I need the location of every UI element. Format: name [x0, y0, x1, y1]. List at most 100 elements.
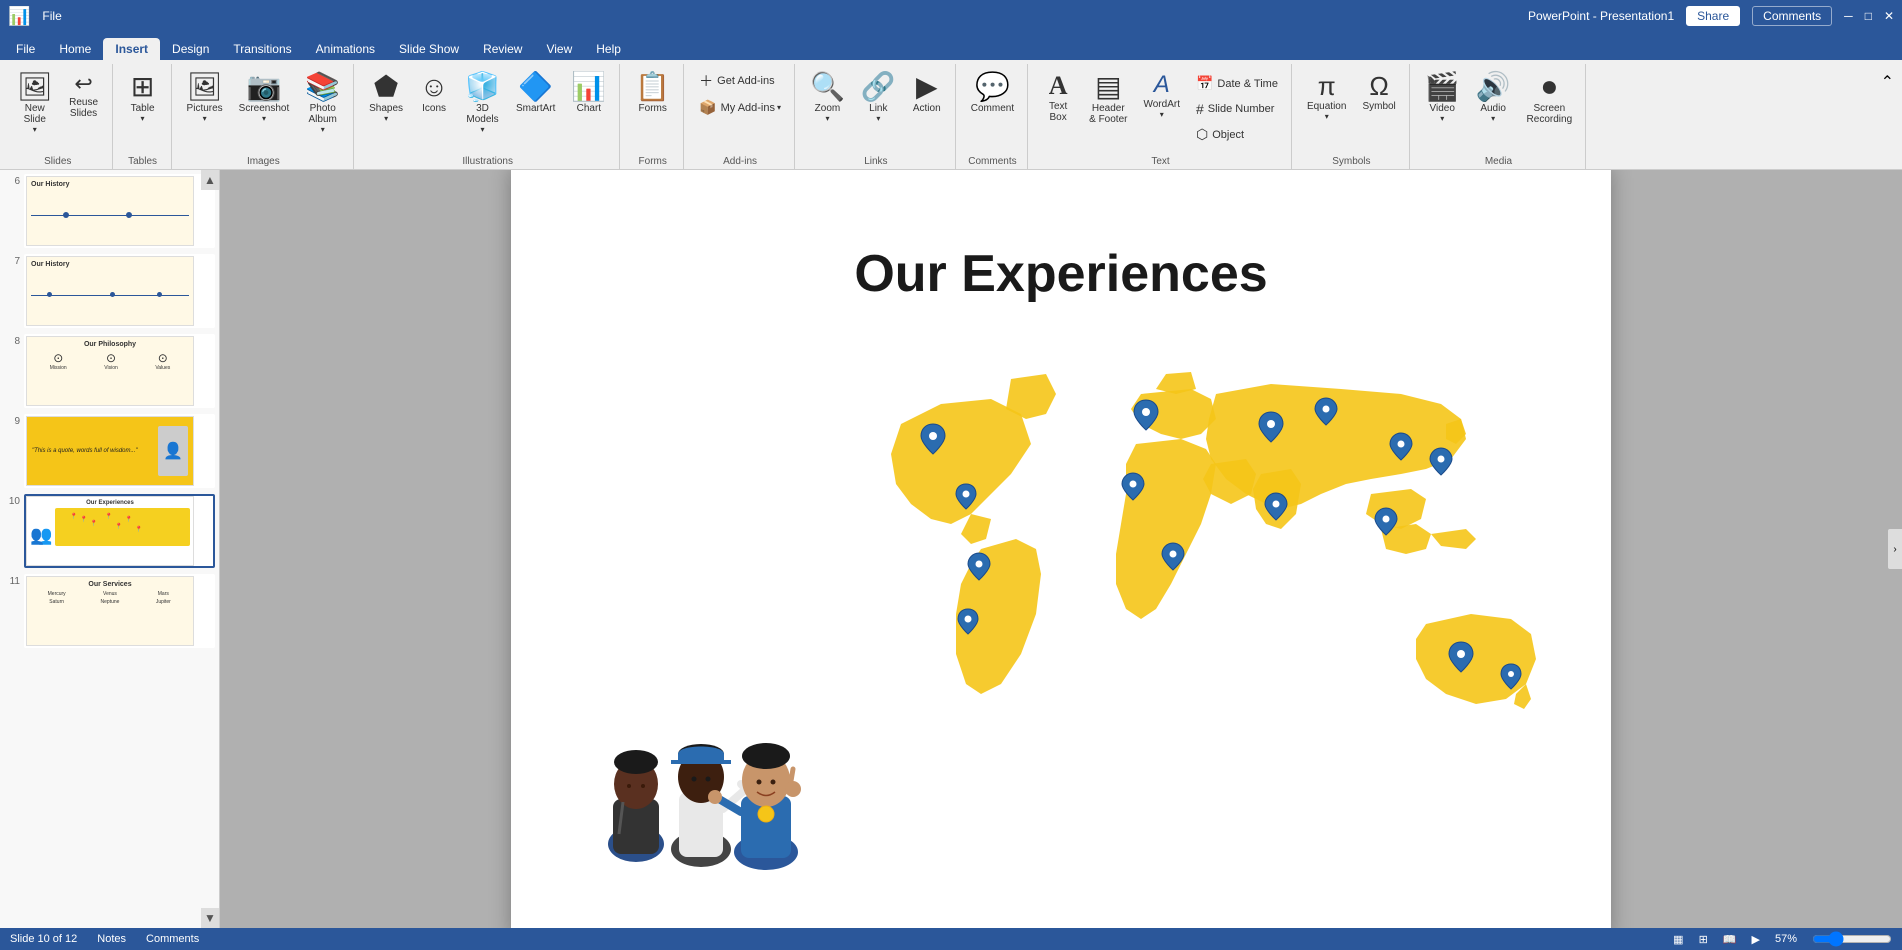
- comment-button[interactable]: 💬 Comment: [964, 68, 1021, 119]
- forms-button[interactable]: 📋 Forms: [628, 68, 677, 119]
- tab-animations[interactable]: Animations: [304, 38, 387, 60]
- slide-preview-9[interactable]: "This is a quote, words full of wisdom..…: [24, 414, 215, 488]
- screenshot-button[interactable]: 📷 Screenshot ▾: [232, 68, 297, 128]
- chart-button[interactable]: 📊 Chart: [564, 68, 613, 119]
- zoom-slider[interactable]: [1812, 931, 1892, 947]
- tab-transitions[interactable]: Transitions: [221, 38, 303, 60]
- 3d-models-button[interactable]: 🧊 3DModels ▾: [458, 68, 507, 139]
- links-group-label: Links: [864, 156, 887, 169]
- tab-home[interactable]: Home: [47, 38, 103, 60]
- slide-preview-7[interactable]: Our History: [24, 254, 215, 328]
- tab-file[interactable]: File: [4, 38, 47, 60]
- equation-button[interactable]: π Equation ▾: [1300, 68, 1353, 126]
- slide-canvas[interactable]: Our Experiences: [511, 170, 1611, 928]
- view-sorter-button[interactable]: ⊞: [1699, 933, 1708, 946]
- slide-number-icon: #: [1196, 101, 1204, 117]
- share-button[interactable]: Share: [1686, 6, 1740, 26]
- tab-review[interactable]: Review: [471, 38, 534, 60]
- my-addins-button[interactable]: 📦 My Add-ins ▾: [692, 96, 788, 119]
- media-group-label: Media: [1485, 156, 1512, 169]
- slide-thumb-11[interactable]: 11 Our Services MercuryVenusMars SaturnN…: [4, 574, 215, 648]
- comments-group-label: Comments: [968, 156, 1016, 169]
- slide-preview-8[interactable]: Our Philosophy ⊙ Mission ⊙ Vision: [24, 334, 215, 408]
- world-map[interactable]: [871, 364, 1551, 844]
- ribbon-tabs: File Home Insert Design Transitions Anim…: [0, 32, 1902, 60]
- scroll-up-button[interactable]: ▲: [201, 170, 219, 190]
- tab-help[interactable]: Help: [584, 38, 633, 60]
- tab-insert[interactable]: Insert: [103, 38, 160, 60]
- slide-preview-10[interactable]: Our Experiences 👥 📍 📍 📍 📍 📍 📍: [24, 494, 215, 568]
- slide-title[interactable]: Our Experiences: [511, 244, 1611, 304]
- object-button[interactable]: ⬡ Object: [1189, 123, 1285, 146]
- maximize-btn[interactable]: □: [1865, 9, 1872, 23]
- slide-count: Slide 10 of 12: [10, 933, 77, 945]
- view-normal-button[interactable]: ▦: [1673, 933, 1683, 946]
- ribbon-group-tables: ⊞ Table ▾ Tables: [115, 64, 172, 169]
- video-button[interactable]: 🎬 Video ▾: [1418, 68, 1467, 128]
- comments-button[interactable]: Comments: [1752, 6, 1832, 26]
- comments-status-button[interactable]: Comments: [146, 933, 199, 945]
- slide-number-button[interactable]: # Slide Number: [1189, 98, 1285, 120]
- screenshot-icon: 📷: [247, 73, 282, 101]
- close-btn[interactable]: ✕: [1884, 9, 1894, 23]
- action-icon: ▶: [916, 73, 938, 101]
- pictures-button[interactable]: 🖼 Pictures ▾: [180, 68, 230, 128]
- right-panel-collapse[interactable]: ›: [1888, 529, 1902, 569]
- slide-thumb-10[interactable]: 10 Our Experiences 👥 📍 📍 📍 📍: [4, 494, 215, 568]
- header-footer-button[interactable]: ▤ Header& Footer: [1082, 68, 1134, 130]
- slide-thumb-8[interactable]: 8 Our Philosophy ⊙ Mission ⊙ Vision: [4, 334, 215, 408]
- action-button[interactable]: ▶ Action: [905, 68, 949, 119]
- notes-button[interactable]: Notes: [97, 933, 126, 945]
- text-box-button[interactable]: A TextBox: [1036, 68, 1080, 128]
- table-dropdown-arrow: ▾: [141, 114, 145, 123]
- forms-group-label: Forms: [639, 156, 667, 169]
- menu-file[interactable]: File: [42, 9, 61, 23]
- view-reading-button[interactable]: 📖: [1723, 933, 1737, 946]
- link-button[interactable]: 🔗 Link ▾: [854, 68, 903, 128]
- date-time-button[interactable]: 📅 Date & Time: [1189, 72, 1285, 95]
- icons-button[interactable]: ☺ Icons: [412, 68, 456, 119]
- get-addins-button[interactable]: ＋ Get Add-ins: [692, 68, 781, 94]
- wordart-button[interactable]: A WordArt ▾: [1136, 68, 1187, 124]
- table-button[interactable]: ⊞ Table ▾: [121, 68, 165, 128]
- slides-group-label: Slides: [44, 156, 71, 169]
- reuse-slides-button[interactable]: ↩ ReuseSlides: [62, 68, 106, 124]
- smartart-button[interactable]: 🔷 SmartArt: [509, 68, 562, 119]
- tab-design[interactable]: Design: [160, 38, 221, 60]
- shapes-button[interactable]: ⬟ Shapes ▾: [362, 68, 410, 128]
- tab-view[interactable]: View: [534, 38, 584, 60]
- tab-slideshow[interactable]: Slide Show: [387, 38, 471, 60]
- shapes-icon: ⬟: [374, 73, 398, 101]
- slide-thumb-6[interactable]: 6 Our History: [4, 174, 215, 248]
- audio-button[interactable]: 🔊 Audio ▾: [1469, 68, 1518, 128]
- audio-icon: 🔊: [1476, 73, 1511, 101]
- title-bar: 📊 File PowerPoint - Presentation1 Share …: [0, 0, 1902, 32]
- slide-preview-11[interactable]: Our Services MercuryVenusMars SaturnNept…: [24, 574, 215, 648]
- reuse-slides-icon: ↩: [74, 73, 92, 95]
- scroll-down-button[interactable]: ▼: [201, 908, 219, 928]
- screen-recording-button[interactable]: ⏺ ScreenRecording: [1520, 68, 1580, 130]
- status-right: ▦ ⊞ 📖 ▶ 57%: [1673, 931, 1892, 947]
- slide-thumb-7[interactable]: 7 Our History: [4, 254, 215, 328]
- ribbon-group-media: 🎬 Video ▾ 🔊 Audio ▾ ⏺ ScreenRecording Me…: [1412, 64, 1586, 169]
- minimize-btn[interactable]: ─: [1844, 9, 1853, 23]
- ribbon-group-illustrations: ⬟ Shapes ▾ ☺ Icons 🧊 3DModels ▾ 🔷 SmartA…: [356, 64, 620, 169]
- slide-thumb-9[interactable]: 9 "This is a quote, words full of wisdom…: [4, 414, 215, 488]
- title-bar-left: 📊 File: [8, 6, 62, 27]
- new-slide-button[interactable]: 🖼 NewSlide ▾: [10, 68, 60, 139]
- collapse-ribbon-button[interactable]: ⌃: [1877, 68, 1898, 96]
- zoom-button[interactable]: 🔍 Zoom ▾: [803, 68, 852, 128]
- view-slideshow-button[interactable]: ▶: [1752, 933, 1760, 946]
- new-slide-icon: 🖼: [17, 73, 53, 101]
- ribbon-group-text: A TextBox ▤ Header& Footer A WordArt ▾ 📅…: [1030, 64, 1292, 169]
- slide-preview-6[interactable]: Our History: [24, 174, 215, 248]
- zoom-icon: 🔍: [810, 73, 845, 101]
- chart-icon: 📊: [571, 73, 606, 101]
- wordart-icon: A: [1154, 73, 1170, 97]
- photo-album-button[interactable]: 📚 PhotoAlbum ▾: [298, 68, 347, 139]
- people-illustration: [571, 644, 871, 874]
- symbol-button[interactable]: Ω Symbol: [1355, 68, 1402, 117]
- link-icon: 🔗: [861, 73, 896, 101]
- text-box-icon: A: [1049, 73, 1068, 99]
- images-group-label: Images: [247, 156, 280, 169]
